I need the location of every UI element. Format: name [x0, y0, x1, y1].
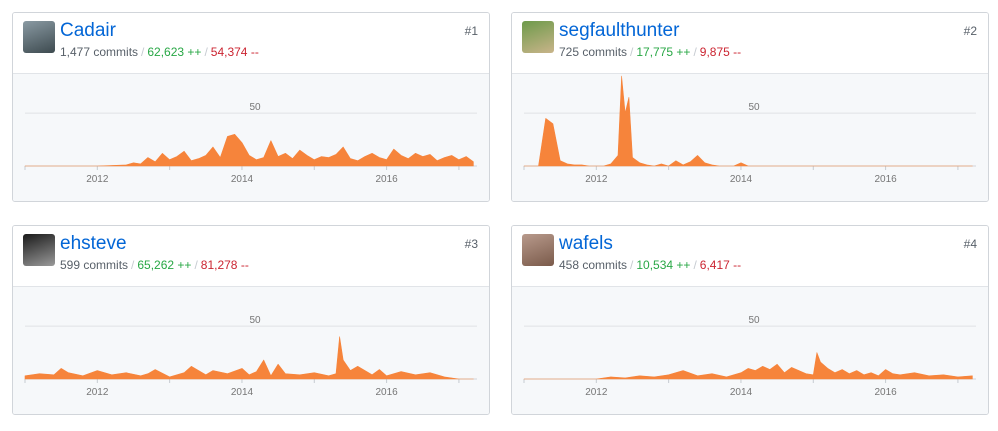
username-link[interactable]: segfaulthunter	[559, 20, 679, 42]
commit-activity-chart: 50 2012 2014 2016	[512, 287, 988, 414]
contributor-card: wafels #4 458 commits/10,534 ++/6,417 --…	[511, 225, 989, 415]
y-tick-label: 50	[748, 315, 760, 326]
x-tick-label: 2016	[874, 387, 897, 398]
x-tick-label: 2012	[86, 387, 109, 398]
card-header: ehsteve #3 599 commits/65,262 ++/81,278 …	[13, 226, 489, 287]
x-tick-label: 2012	[585, 387, 608, 398]
commit-count[interactable]: 599 commits	[60, 258, 128, 272]
deletions-count: 81,278 --	[200, 258, 249, 272]
commit-area-series	[24, 336, 474, 380]
x-tick-label: 2016	[874, 174, 897, 185]
x-tick-label: 2012	[585, 174, 608, 185]
avatar[interactable]	[23, 21, 55, 53]
x-tick-label: 2012	[86, 174, 109, 185]
separator: /	[131, 258, 135, 272]
contributor-card: ehsteve #3 599 commits/65,262 ++/81,278 …	[12, 225, 490, 415]
rank-badge: #4	[963, 237, 977, 251]
commit-activity-chart: 50 2012 2014 2016	[13, 287, 489, 414]
x-tick-label: 2016	[375, 174, 398, 185]
separator: /	[194, 258, 198, 272]
contribution-stats: 725 commits/17,775 ++/9,875 --	[559, 45, 741, 59]
commit-count[interactable]: 458 commits	[559, 258, 627, 272]
card-header: segfaulthunter #2 725 commits/17,775 ++ /…	[512, 13, 988, 74]
deletions-count: 6,417 --	[699, 258, 742, 272]
chart-svg: 50 2012 2014 2016	[24, 315, 477, 398]
commit-activity-chart: 50 2012 2014 2016	[512, 74, 988, 201]
x-tick-label: 2014	[730, 387, 753, 398]
additions-count: 10,534 ++	[636, 258, 691, 272]
card-header: Cadair #1 1,477 commits/62,623 ++/54,374…	[13, 13, 489, 74]
separator: /	[204, 45, 208, 59]
avatar[interactable]	[522, 234, 554, 266]
commit-count[interactable]: 1,477 commits	[60, 45, 138, 59]
chart-svg: 50 2012 2014 2016	[24, 102, 477, 185]
avatar[interactable]	[522, 21, 554, 53]
y-tick-label: 50	[748, 102, 760, 113]
rank-badge: #3	[464, 237, 478, 251]
contributor-card: segfaulthunter #2 725 commits/17,775 ++ /…	[511, 12, 989, 202]
chart-svg: 50 2012 2014 2016	[523, 75, 976, 185]
commit-area-series	[523, 75, 973, 167]
rank-badge: #1	[464, 24, 478, 38]
additions-count: 17,775 ++	[636, 45, 691, 59]
username-link[interactable]: wafels	[559, 233, 613, 255]
card-header: wafels #4 458 commits/10,534 ++/6,417 --	[512, 226, 988, 287]
separator: /	[630, 45, 634, 59]
chart-svg: 50 2012 2014 2016	[523, 315, 976, 398]
rank-badge: #2	[963, 24, 977, 38]
commit-area-series	[24, 134, 474, 167]
commit-count[interactable]: 725 commits	[559, 45, 627, 59]
x-tick-label: 2014	[231, 174, 254, 185]
commit-activity-chart: 50 2012 2014 2016	[13, 74, 489, 201]
additions-count: 62,623 ++	[147, 45, 202, 59]
username-link[interactable]: Cadair	[60, 20, 116, 42]
separator: /	[693, 258, 697, 272]
contribution-stats: 599 commits/65,262 ++/81,278 --	[60, 258, 249, 272]
contribution-stats: 1,477 commits/62,623 ++/54,374 --	[60, 45, 259, 59]
contributor-card: Cadair #1 1,477 commits/62,623 ++/54,374…	[12, 12, 490, 202]
username-link[interactable]: ehsteve	[60, 233, 127, 255]
y-tick-label: 50	[249, 102, 261, 113]
commit-area-series	[523, 352, 973, 380]
deletions-count: 9,875 --	[699, 45, 742, 59]
x-tick-label: 2016	[375, 387, 398, 398]
deletions-count: 54,374 --	[210, 45, 259, 59]
avatar[interactable]	[23, 234, 55, 266]
y-tick-label: 50	[249, 315, 261, 326]
contribution-stats: 458 commits/10,534 ++/6,417 --	[559, 258, 741, 272]
separator: /	[693, 45, 697, 59]
separator: /	[141, 45, 145, 59]
separator: /	[630, 258, 634, 272]
additions-count: 65,262 ++	[137, 258, 192, 272]
x-tick-label: 2014	[730, 174, 753, 185]
x-tick-label: 2014	[231, 387, 254, 398]
